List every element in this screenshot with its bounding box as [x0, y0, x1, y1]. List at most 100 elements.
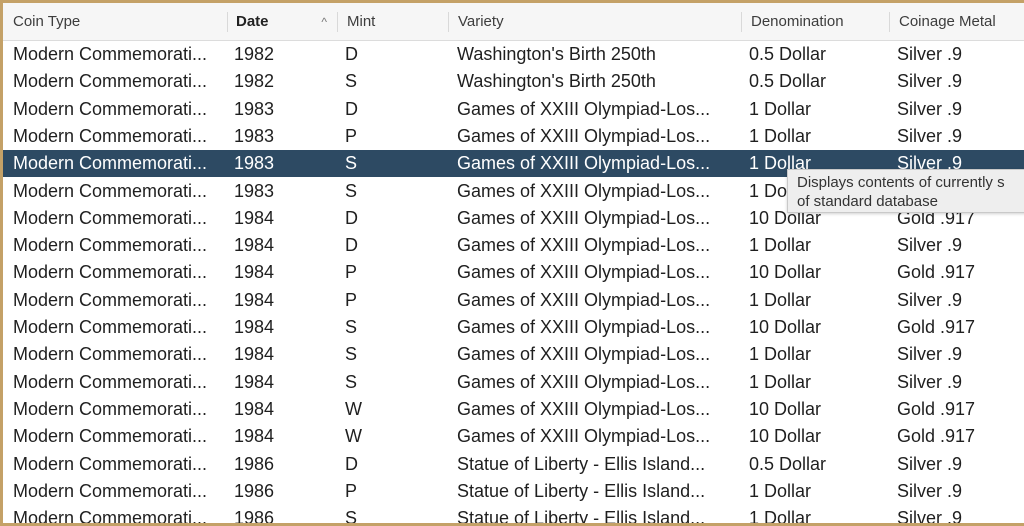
- column-header-date[interactable]: Date ^: [227, 3, 337, 41]
- cell-coinage-metal: Gold .917: [897, 262, 976, 283]
- cell-denomination: 0.5 Dollar: [749, 71, 827, 92]
- cell-mint: P: [345, 125, 358, 146]
- cell-coinage-metal: Silver .9: [897, 125, 963, 146]
- cell-coinage-metal: Silver .9: [897, 508, 963, 523]
- cell-coin-type: Modern Commemorati...: [13, 71, 208, 92]
- cell-coin-type: Modern Commemorati...: [13, 98, 208, 119]
- tooltip-line: of standard database: [797, 193, 938, 210]
- cell-date: 1986: [234, 508, 275, 523]
- cell-denomination: 1 Dollar: [749, 235, 812, 256]
- cell-denomination: 10 Dollar: [749, 317, 822, 337]
- cell-variety: Washington's Birth 250th: [457, 44, 656, 64]
- cell-date: 1983: [234, 153, 275, 174]
- cell-denomination: 1 Dollar: [749, 125, 812, 146]
- cell-variety: Games of XXIII Olympiad-Los...: [457, 317, 711, 337]
- cell-date: 1984: [234, 262, 275, 283]
- cell-variety: Games of XXIII Olympiad-Los...: [457, 235, 711, 256]
- cell-mint: S: [345, 180, 358, 201]
- cell-variety: Games of XXIII Olympiad-Los...: [457, 289, 711, 310]
- sort-ascending-icon: ^: [321, 15, 327, 29]
- column-header-coin-type[interactable]: Coin Type: [3, 3, 227, 41]
- column-header-label: Denomination: [751, 13, 844, 30]
- cell-coin-type: Modern Commemorati...: [13, 262, 208, 283]
- cell-date: 1984: [234, 207, 275, 228]
- column-header-label: Coin Type: [13, 13, 81, 30]
- table-row[interactable]: Modern Commemorati... 1986 P Statue of Libe…: [3, 478, 1024, 505]
- cell-variety: Games of XXIII Olympiad-Los...: [457, 344, 711, 365]
- cell-mint: S: [345, 344, 358, 365]
- cell-mint: P: [345, 262, 358, 283]
- cell-date: 1982: [234, 44, 275, 64]
- column-header-denomination[interactable]: Denomination: [741, 3, 889, 41]
- cell-date: 1986: [234, 453, 275, 474]
- cell-coinage-metal: Gold .917: [897, 398, 976, 419]
- cell-mint: P: [345, 480, 358, 501]
- cell-coin-type: Modern Commemorati...: [13, 344, 208, 365]
- cell-coin-type: Modern Commemorati...: [13, 207, 208, 228]
- table-row[interactable]: Modern Commemorati... 1982 S Washington's B…: [3, 68, 1024, 95]
- cell-coinage-metal: Gold .917: [897, 317, 976, 337]
- table-row[interactable]: Modern Commemorati... 1984 S Games of XXIII…: [3, 369, 1024, 396]
- cell-coinage-metal: Silver .9: [897, 480, 963, 501]
- cell-variety: Statue of Liberty - Ellis Island...: [457, 453, 706, 474]
- cell-variety: Games of XXIII Olympiad-Los...: [457, 125, 711, 146]
- cell-mint: D: [345, 44, 358, 64]
- cell-mint: D: [345, 98, 358, 119]
- cell-date: 1986: [234, 480, 275, 501]
- cell-coin-type: Modern Commemorati...: [13, 371, 208, 392]
- cell-date: 1984: [234, 371, 275, 392]
- cell-variety: Games of XXIII Olympiad-Los...: [457, 207, 711, 228]
- cell-coinage-metal: Silver .9: [897, 235, 963, 256]
- table-row[interactable]: Modern Commemorati... 1986 S Statue of Libe…: [3, 505, 1024, 523]
- table-row[interactable]: Modern Commemorati... 1986 D Statue of Libe…: [3, 451, 1024, 478]
- cell-date: 1984: [234, 426, 275, 447]
- column-header-label: Date: [236, 13, 269, 30]
- cell-variety: Games of XXIII Olympiad-Los...: [457, 98, 711, 119]
- table-row[interactable]: Modern Commemorati... 1982 D Washington's B…: [3, 41, 1024, 68]
- cell-date: 1983: [234, 98, 275, 119]
- table-row[interactable]: Modern Commemorati... 1984 S Games of XXIII…: [3, 314, 1024, 341]
- cell-denomination: 1 Dollar: [749, 289, 812, 310]
- cell-mint: S: [345, 71, 358, 92]
- cell-coinage-metal: Gold .917: [897, 426, 976, 447]
- cell-coinage-metal: Silver .9: [897, 344, 963, 365]
- cell-coinage-metal: Silver .9: [897, 71, 963, 92]
- cell-coinage-metal: Silver .9: [897, 98, 963, 119]
- cell-mint: P: [345, 289, 358, 310]
- cell-mint: D: [345, 207, 358, 228]
- column-header-label: Variety: [458, 13, 504, 30]
- cell-coin-type: Modern Commemorati...: [13, 508, 208, 523]
- table-row[interactable]: Modern Commemorati... 1983 D Games of XXIII…: [3, 96, 1024, 123]
- table-row[interactable]: Modern Commemorati... 1984 P Games of XXIII…: [3, 259, 1024, 286]
- cell-coin-type: Modern Commemorati...: [13, 480, 208, 501]
- column-header-label: Mint: [347, 13, 376, 30]
- cell-coinage-metal: Silver .9: [897, 453, 963, 474]
- table-row[interactable]: Modern Commemorati... 1983 P Games of XXIII…: [3, 123, 1024, 150]
- cell-denomination: 10 Dollar: [749, 262, 822, 283]
- cell-denomination: 0.5 Dollar: [749, 44, 827, 64]
- column-header-variety[interactable]: Variety: [448, 3, 741, 41]
- cell-denomination: 10 Dollar: [749, 398, 822, 419]
- table-header: Coin Type Date ^ Mint Variety Denominatio…: [3, 3, 1024, 41]
- cell-coin-type: Modern Commemorati...: [13, 125, 208, 146]
- cell-coin-type: Modern Commemorati...: [13, 44, 208, 64]
- cell-variety: Statue of Liberty - Ellis Island...: [457, 508, 706, 523]
- cell-variety: Games of XXIII Olympiad-Los...: [457, 426, 711, 447]
- cell-variety: Games of XXIII Olympiad-Los...: [457, 398, 711, 419]
- table-row[interactable]: Modern Commemorati... 1984 S Games of XXIII…: [3, 341, 1024, 368]
- table-row[interactable]: Modern Commemorati... 1984 D Games of XXIII…: [3, 232, 1024, 259]
- table-row[interactable]: Modern Commemorati... 1984 W Games of XXIII…: [3, 423, 1024, 450]
- table-row[interactable]: Modern Commemorati... 1984 P Games of XXIII…: [3, 287, 1024, 314]
- table-row[interactable]: Modern Commemorati... 1984 W Games of XXIII…: [3, 396, 1024, 423]
- cell-coin-type: Modern Commemorati...: [13, 235, 208, 256]
- cell-variety: Games of XXIII Olympiad-Los...: [457, 153, 711, 174]
- cell-date: 1984: [234, 398, 275, 419]
- cell-coin-type: Modern Commemorati...: [13, 453, 208, 474]
- column-header-coinage-metal[interactable]: Coinage Metal: [889, 3, 1024, 41]
- cell-coin-type: Modern Commemorati...: [13, 317, 208, 337]
- cell-date: 1982: [234, 71, 275, 92]
- cell-variety: Washington's Birth 250th: [457, 71, 656, 92]
- column-header-mint[interactable]: Mint: [337, 3, 448, 41]
- cell-coin-type: Modern Commemorati...: [13, 398, 208, 419]
- cell-variety: Statue of Liberty - Ellis Island...: [457, 480, 706, 501]
